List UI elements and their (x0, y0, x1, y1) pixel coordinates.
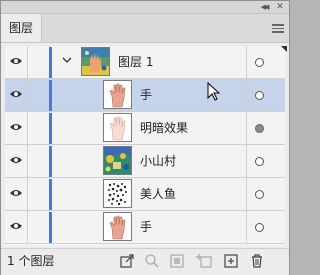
collapse-panel-icon[interactable]: ◀◀ (257, 2, 271, 12)
layer-name[interactable]: 美人鱼 (140, 178, 176, 211)
layer-thumbnail (103, 212, 132, 241)
column-divider (246, 145, 247, 177)
lock-toggle[interactable] (27, 112, 50, 144)
layer-name[interactable]: 手 (140, 211, 152, 244)
layers-panel: ◀◀ ✕ 图层 图层 1 手 明暗效果 小山村 美人鱼 手 1 个图层 (0, 0, 290, 275)
target-icon[interactable] (255, 190, 264, 199)
trash-icon[interactable] (249, 253, 265, 269)
layer-list: 图层 1 手 明暗效果 小山村 美人鱼 手 (5, 46, 287, 246)
target-icon[interactable] (255, 157, 264, 166)
layer-name[interactable]: 小山村 (140, 145, 176, 178)
lock-toggle[interactable] (27, 145, 50, 177)
layer-thumbnail (103, 113, 132, 142)
eye-icon (10, 157, 22, 163)
layer-row-mermaid[interactable]: 美人鱼 (5, 178, 285, 211)
lock-toggle[interactable] (27, 178, 50, 210)
layer-row-village[interactable]: 小山村 (5, 145, 285, 178)
eye-icon (10, 190, 22, 196)
visibility-toggle[interactable] (5, 211, 28, 243)
panel-tab-bar: 图层 (1, 14, 289, 43)
layer-thumbnail (103, 146, 132, 175)
eye-icon (10, 91, 22, 97)
layer-name[interactable]: 图层 1 (118, 46, 153, 79)
panel-title-bar: ◀◀ ✕ (1, 1, 289, 14)
new-layer-icon[interactable] (223, 253, 239, 269)
selection-corner-mark (281, 46, 287, 52)
layer-row-hand-selected[interactable]: 手 (5, 79, 285, 112)
layer-name[interactable]: 手 (140, 79, 152, 112)
close-panel-icon[interactable]: ✕ (274, 2, 286, 12)
layer-count: 1 个图层 (7, 254, 55, 268)
search-icon[interactable] (144, 253, 160, 269)
lock-toggle[interactable] (27, 211, 50, 243)
visibility-toggle[interactable] (5, 46, 28, 78)
panel-footer: 1 个图层 (1, 248, 289, 275)
target-icon[interactable] (255, 124, 264, 133)
lock-toggle[interactable] (27, 79, 50, 111)
layer-thumbnail (103, 80, 132, 109)
eye-icon (10, 223, 22, 229)
new-sublayer-icon[interactable] (196, 253, 212, 269)
layer-color-bar (49, 179, 52, 210)
column-divider (246, 211, 247, 243)
panel-menu-icon[interactable] (271, 23, 285, 33)
layer-color-bar (49, 113, 52, 144)
visibility-toggle[interactable] (5, 112, 28, 144)
layer-row-group[interactable]: 图层 1 (5, 46, 287, 79)
column-divider (246, 178, 247, 210)
layer-thumbnail (81, 47, 110, 76)
column-divider (246, 79, 247, 111)
layer-row-hand[interactable]: 手 (5, 211, 285, 244)
target-icon[interactable] (255, 58, 264, 67)
tab-layers[interactable]: 图层 (1, 14, 42, 42)
layer-name[interactable]: 明暗效果 (140, 112, 188, 145)
layer-row-shading[interactable]: 明暗效果 (5, 112, 285, 145)
layer-color-bar (49, 212, 52, 243)
visibility-toggle[interactable] (5, 145, 28, 177)
lock-toggle[interactable] (27, 46, 50, 78)
visibility-toggle[interactable] (5, 178, 28, 210)
visibility-toggle[interactable] (5, 79, 28, 111)
mouse-cursor-icon (207, 82, 221, 101)
target-icon[interactable] (255, 223, 264, 232)
export-icon[interactable] (119, 253, 135, 269)
clipping-mask-icon[interactable] (169, 253, 185, 269)
layer-color-bar (49, 146, 52, 177)
layer-thumbnail (103, 179, 132, 208)
column-divider (246, 46, 247, 78)
target-icon[interactable] (255, 91, 264, 100)
column-divider (246, 112, 247, 144)
layer-color-bar (49, 47, 52, 78)
eye-icon (10, 124, 22, 130)
layer-color-bar (49, 80, 52, 111)
chevron-down-icon[interactable] (62, 55, 72, 65)
eye-icon (10, 58, 22, 64)
